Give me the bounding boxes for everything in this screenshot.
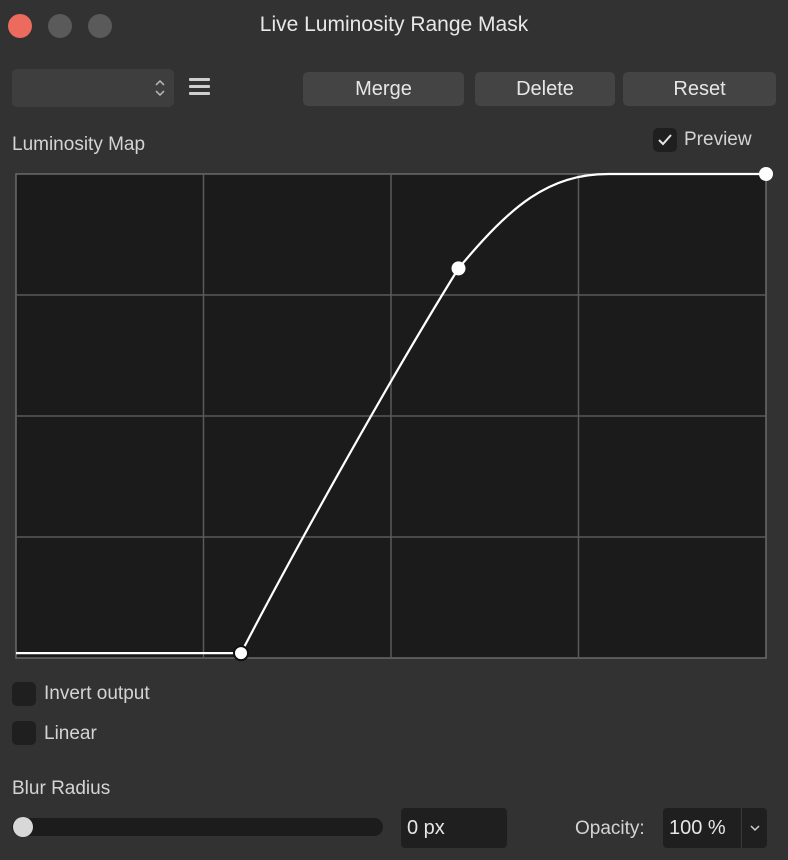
- blur-radius-label: Blur Radius: [12, 778, 111, 799]
- invert-output-label: Invert output: [44, 683, 150, 704]
- blur-radius-slider-knob[interactable]: [13, 817, 33, 837]
- invert-output-checkbox[interactable]: [12, 682, 36, 706]
- chevron-down-icon: [750, 825, 760, 832]
- linear-checkbox[interactable]: [12, 721, 36, 745]
- opacity-field[interactable]: 100 %: [663, 808, 742, 848]
- blur-radius-field[interactable]: 0 px: [401, 808, 507, 848]
- curve-control-point[interactable]: [451, 261, 466, 276]
- luminosity-curve-graph[interactable]: [0, 0, 788, 860]
- curve-control-point[interactable]: [233, 645, 249, 662]
- blur-radius-slider[interactable]: [12, 818, 383, 836]
- curve-control-point[interactable]: [759, 167, 773, 181]
- opacity-dropdown-button[interactable]: [741, 808, 767, 848]
- linear-label: Linear: [44, 723, 97, 744]
- opacity-label: Opacity:: [575, 818, 645, 839]
